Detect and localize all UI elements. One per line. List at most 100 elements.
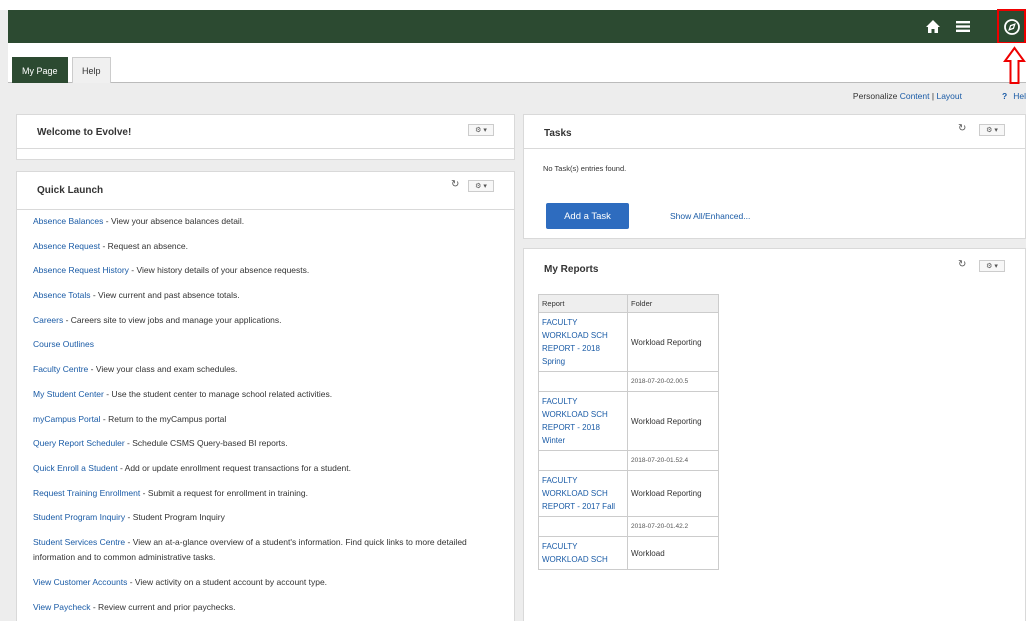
report-row: FACULTY WORKLOAD SCH REPORT - 2018 Sprin… — [538, 312, 719, 372]
tasks-gear-menu-button[interactable]: ⚙ ▾ — [979, 124, 1005, 136]
report-name-link[interactable]: FACULTY WORKLOAD SCH — [538, 536, 628, 570]
report-date: 2018-07-20-02.00.5 — [627, 371, 719, 392]
quick-launch-link[interactable]: Student Program Inquiry — [33, 512, 125, 522]
report-folder: Workload — [627, 536, 719, 570]
quick-launch-item: Query Report Scheduler - Schedule CSMS Q… — [33, 436, 509, 452]
report-folder: Workload Reporting — [627, 312, 719, 372]
navigator-highlight-box — [997, 9, 1026, 44]
quick-launch-item: Student Program Inquiry - Student Progra… — [33, 510, 509, 526]
personalize-label: Personalize — [852, 91, 898, 101]
my-reports-header: My Reports ↻ ⚙ ▾ — [524, 249, 1025, 287]
quick-launch-description: - Submit a request for enrollment in tra… — [140, 487, 308, 498]
report-date: 2018-07-20-01.42.2 — [627, 516, 719, 537]
quick-launch-pagelet: Quick Launch ↻ ⚙ ▾ Absence Balances - Vi… — [16, 171, 515, 621]
my-reports-title: My Reports — [544, 264, 599, 275]
quick-launch-link[interactable]: Absence Request History — [33, 265, 129, 275]
page: My Page Help Personalize Content | Layou… — [0, 0, 1026, 621]
tab-bar: My Page Help — [8, 43, 1026, 83]
quick-launch-item: Request Training Enrollment - Submit a r… — [33, 486, 509, 502]
quick-launch-description: - Use the student center to manage schoo… — [103, 388, 333, 399]
report-date-spacer — [538, 371, 628, 392]
quick-launch-item: Careers - Careers site to view jobs and … — [33, 313, 509, 329]
quick-launch-description: - Request an absence. — [100, 240, 188, 251]
personalize-content-link[interactable]: Content — [900, 91, 930, 101]
quick-launch-description: - Careers site to view jobs and manage y… — [63, 314, 282, 325]
report-date-row: 2018-07-20-01.42.2 — [538, 516, 719, 537]
no-tasks-message: No Task(s) entries found. — [543, 164, 627, 173]
quick-launch-header: Quick Launch ↻ ⚙ ▾ — [17, 172, 514, 210]
quick-launch-link[interactable]: My Student Center — [33, 389, 104, 399]
quick-launch-link[interactable]: Absence Totals — [33, 290, 91, 300]
quick-launch-item: Absence Request - Request an absence. — [33, 239, 509, 255]
help-question-icon: ? — [1002, 91, 1008, 101]
tasks-pagelet: Tasks ↻ ⚙ ▾ No Task(s) entries found. Ad… — [523, 114, 1026, 239]
report-row: FACULTY WORKLOAD SCH REPORT - 2017 Fall W… — [538, 470, 719, 517]
quick-launch-list: Absence Balances - View your absence bal… — [33, 214, 509, 621]
welcome-title: Welcome to Evolve! — [37, 127, 132, 138]
quick-launch-link[interactable]: Absence Balances — [33, 216, 103, 226]
report-name-link[interactable]: FACULTY WORKLOAD SCH REPORT - 2018 Sprin… — [538, 312, 628, 372]
quick-launch-item: Quick Enroll a Student - Add or update e… — [33, 461, 509, 477]
quick-launch-link[interactable]: View Paycheck — [33, 602, 90, 612]
refresh-icon[interactable]: ↻ — [958, 259, 966, 270]
report-name-link[interactable]: FACULTY WORKLOAD SCH REPORT - 2017 Fall — [538, 470, 628, 517]
reports-table: Report Folder FACULTY WORKLOAD SCH REPOR… — [538, 294, 719, 570]
quick-launch-item: Faculty Centre - View your class and exa… — [33, 362, 509, 378]
report-date-row: 2018-07-20-02.00.5 — [538, 371, 719, 392]
quick-launch-gear-menu-button[interactable]: ⚙ ▾ — [468, 180, 494, 192]
report-date: 2018-07-20-01.52.4 — [627, 450, 719, 471]
report-row: FACULTY WORKLOAD SCH REPORT - 2018 Winte… — [538, 391, 719, 451]
quick-launch-link[interactable]: Student Services Centre — [33, 537, 125, 547]
quick-launch-item: Course Outlines — [33, 337, 509, 353]
help-link[interactable]: ? Hel — [1002, 91, 1026, 101]
refresh-icon[interactable]: ↻ — [451, 179, 459, 190]
top-margin — [0, 0, 1026, 10]
report-name-link[interactable]: FACULTY WORKLOAD SCH REPORT - 2018 Winte… — [538, 391, 628, 451]
tab-my-page[interactable]: My Page — [12, 57, 68, 83]
home-icon[interactable] — [920, 10, 946, 43]
add-task-button[interactable]: Add a Task — [546, 203, 629, 229]
report-date-spacer — [538, 450, 628, 471]
personalize-bar: Personalize Content | Layout ? Hel — [8, 84, 1026, 108]
refresh-icon[interactable]: ↻ — [958, 123, 966, 134]
red-up-arrow — [1003, 46, 1026, 84]
quick-launch-link[interactable]: Query Report Scheduler — [33, 438, 125, 448]
quick-launch-item: View Customer Accounts - View activity o… — [33, 575, 509, 591]
quick-launch-link[interactable]: Request Training Enrollment — [33, 488, 140, 498]
my-reports-gear-menu-button[interactable]: ⚙ ▾ — [979, 260, 1005, 272]
report-date-spacer — [538, 516, 628, 537]
quick-launch-link[interactable]: Quick Enroll a Student — [33, 463, 118, 473]
tasks-header: Tasks ↻ ⚙ ▾ — [524, 115, 1025, 149]
quick-launch-description: - Schedule CSMS Query-based BI reports. — [124, 438, 288, 449]
tab-help[interactable]: Help — [72, 57, 111, 83]
my-reports-pagelet: My Reports ↻ ⚙ ▾ Report Folder FACULTY W… — [523, 248, 1026, 621]
tasks-title: Tasks — [544, 128, 572, 139]
show-all-enhanced-link[interactable]: Show All/Enhanced... — [670, 211, 750, 221]
menu-icon[interactable] — [950, 10, 976, 43]
quick-launch-link[interactable]: Absence Request — [33, 241, 100, 251]
welcome-header: Welcome to Evolve! ⚙ ▾ — [17, 115, 514, 149]
quick-launch-link[interactable]: myCampus Portal — [33, 414, 101, 424]
quick-launch-description: - View history details of your absence r… — [128, 265, 310, 276]
report-column-header: Report — [538, 294, 628, 313]
personalize-layout-link[interactable]: Layout — [936, 91, 962, 101]
report-folder: Workload Reporting — [627, 391, 719, 451]
report-folder: Workload Reporting — [627, 470, 719, 517]
quick-launch-description: - View current and past absence totals. — [90, 290, 240, 301]
quick-launch-description: - Student Program Inquiry — [125, 512, 225, 523]
quick-launch-link[interactable]: Course Outlines — [33, 339, 94, 349]
reports-table-header-row: Report Folder — [538, 294, 719, 313]
quick-launch-title: Quick Launch — [37, 185, 104, 196]
welcome-gear-menu-button[interactable]: ⚙ ▾ — [468, 124, 494, 136]
quick-launch-link[interactable]: View Customer Accounts — [33, 577, 127, 587]
quick-launch-link[interactable]: Faculty Centre — [33, 364, 88, 374]
welcome-pagelet: Welcome to Evolve! ⚙ ▾ — [16, 114, 515, 160]
report-date-row: 2018-07-20-01.52.4 — [538, 450, 719, 471]
help-link-label: Hel — [1013, 91, 1026, 101]
reports-table-body: FACULTY WORKLOAD SCH REPORT - 2018 Sprin… — [538, 312, 719, 570]
quick-launch-description: - View activity on a student account by … — [127, 577, 328, 588]
quick-launch-description: - Return to the myCampus portal — [100, 413, 227, 424]
quick-launch-item: Absence Balances - View your absence bal… — [33, 214, 509, 230]
quick-launch-description: - View your absence balances detail. — [103, 216, 245, 226]
quick-launch-link[interactable]: Careers — [33, 315, 63, 325]
